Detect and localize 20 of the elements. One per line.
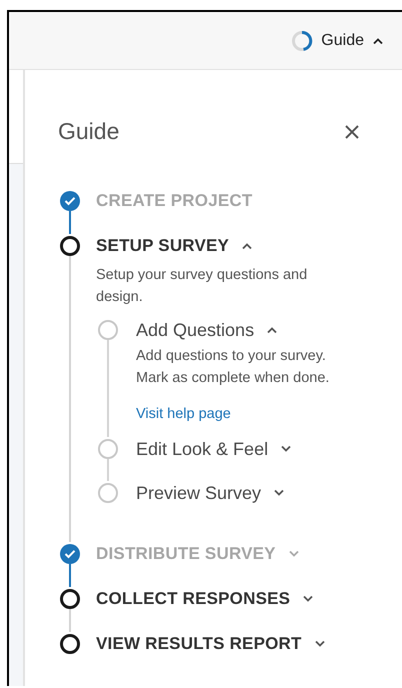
expand-icon[interactable] [302, 595, 314, 603]
close-icon[interactable] [344, 124, 360, 140]
caret-icon [372, 36, 384, 44]
substep-label[interactable]: Add Questions [136, 320, 254, 340]
step-label[interactable]: SETUP SURVEY [96, 236, 230, 256]
expand-icon[interactable] [280, 445, 292, 453]
guide-button[interactable]: Guide [289, 26, 386, 56]
expand-icon[interactable] [314, 640, 326, 648]
step-description: Add questions to your survey. Mark as complete when done. [136, 347, 330, 388]
step-label[interactable]: COLLECT RESPONSES [96, 589, 290, 609]
panel-title: Guide [58, 118, 120, 145]
progress-ring-icon [291, 30, 314, 52]
substep-label[interactable]: Edit Look & Feel [136, 438, 268, 460]
help-link[interactable]: Visit help page [136, 403, 231, 425]
step-label[interactable]: VIEW RESULTS REPORT [96, 634, 302, 654]
step-description: Setup your survey questions and design. [96, 266, 308, 307]
collapse-icon[interactable] [266, 326, 278, 334]
substep-label[interactable]: Preview Survey [136, 482, 262, 504]
collapse-icon[interactable] [241, 242, 254, 250]
expand-icon[interactable] [273, 489, 286, 497]
